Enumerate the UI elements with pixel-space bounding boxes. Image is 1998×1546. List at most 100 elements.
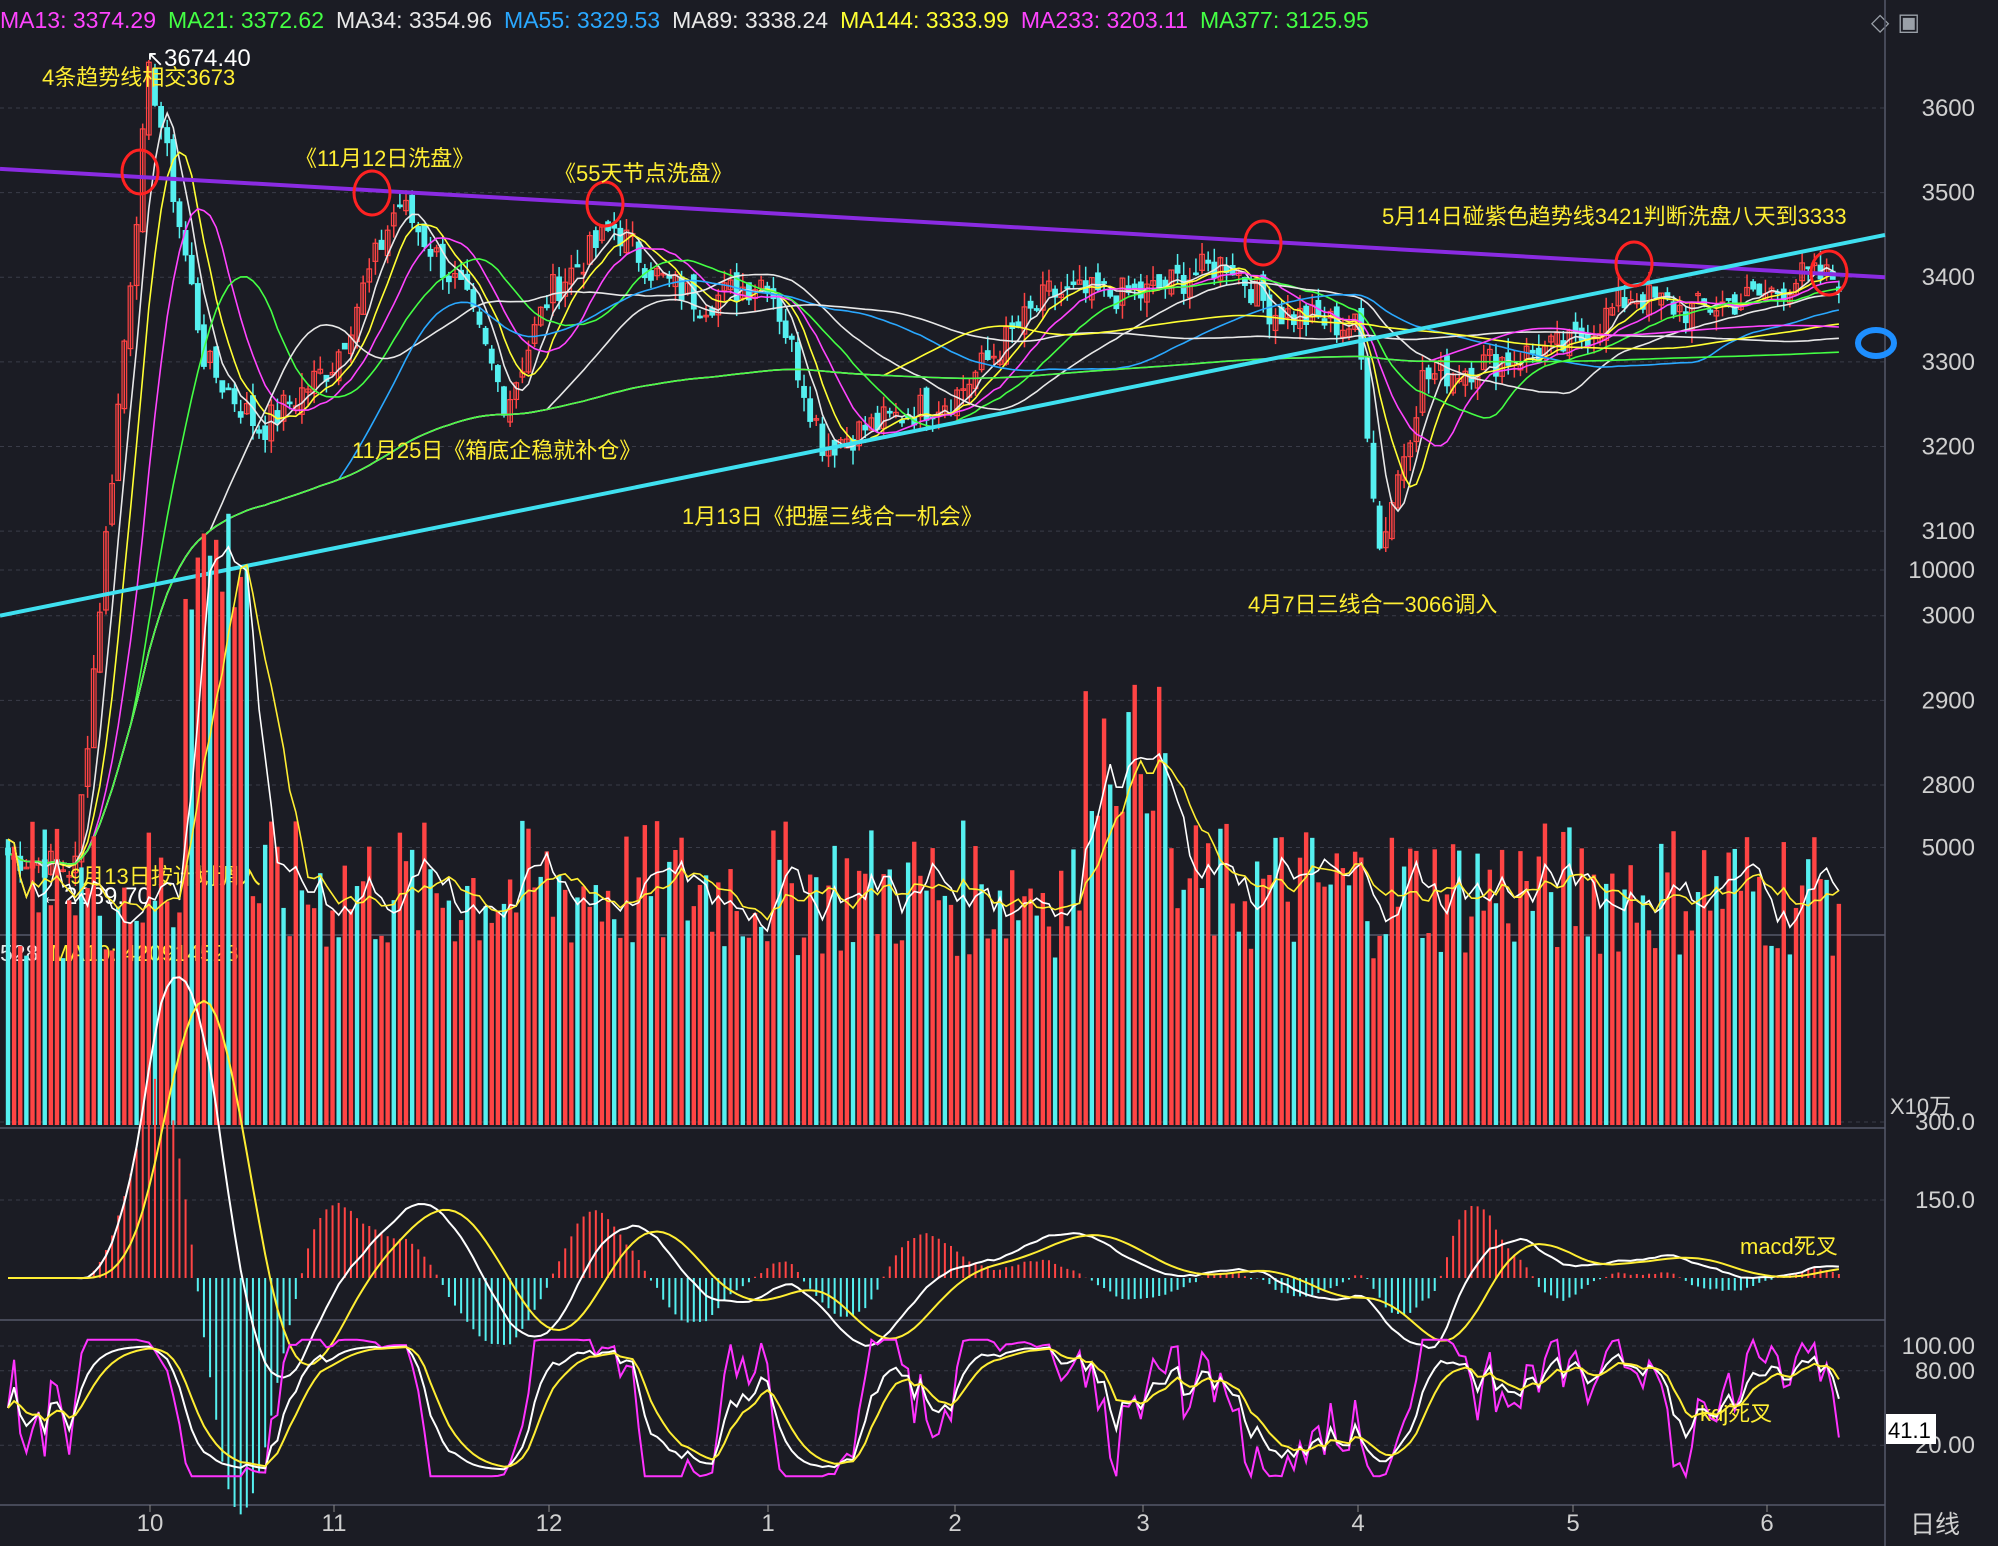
volume-bar	[1383, 934, 1388, 1125]
volume-bar	[165, 901, 170, 1125]
volume-bar	[820, 953, 825, 1125]
price-panel	[0, 60, 1897, 887]
candle-body	[213, 346, 220, 378]
volume-bar	[1665, 872, 1670, 1125]
volume-bar	[409, 849, 415, 1125]
volume-bar	[1836, 903, 1842, 1125]
volume-bar	[575, 897, 580, 1125]
candle-body	[795, 342, 801, 381]
volume-bar	[1052, 957, 1058, 1125]
candle-body	[1174, 264, 1181, 274]
volume-bar	[967, 954, 972, 1125]
volume-bar	[1671, 831, 1676, 1125]
kdj-panel	[7, 1337, 1840, 1480]
volume-bar	[422, 822, 427, 1125]
volume-bar	[195, 557, 201, 1125]
candle-body	[1725, 298, 1732, 301]
volume-bar	[73, 915, 78, 1125]
volume-bar	[1799, 885, 1805, 1125]
price-tick-label: 3400	[1922, 264, 1975, 291]
volume-bar	[1732, 848, 1737, 1125]
volume-bar	[232, 607, 237, 1125]
volume-bar	[324, 946, 329, 1125]
trendline-cyan	[0, 232, 1886, 618]
volume-bar	[593, 885, 599, 1125]
volume-bar	[1089, 811, 1095, 1125]
volume-bar	[1689, 930, 1695, 1125]
volume-bar	[826, 885, 831, 1125]
candle-body	[286, 401, 293, 405]
volume-bar	[477, 940, 482, 1125]
volume-bar	[1701, 850, 1707, 1125]
volume-bar	[1530, 910, 1535, 1125]
volume-bar	[1781, 842, 1786, 1125]
volume-bar	[863, 873, 868, 1125]
volume-bar	[1181, 889, 1186, 1125]
candle-body	[396, 204, 403, 208]
volume-bar	[238, 576, 243, 1125]
volume-bar	[942, 895, 948, 1125]
candle-body	[1156, 274, 1163, 289]
candle-body	[194, 283, 201, 331]
volume-bar	[612, 919, 617, 1125]
volume-bar	[1726, 852, 1731, 1125]
volume-bar	[752, 913, 758, 1125]
volume-bar	[667, 861, 672, 1125]
candle-body	[237, 411, 244, 418]
volume-bar	[79, 867, 84, 1125]
volume-bar	[563, 889, 568, 1125]
volume-bar	[11, 846, 17, 1125]
volume-bar	[740, 936, 745, 1125]
candle-body	[1652, 286, 1659, 298]
volume-bar	[1114, 805, 1119, 1125]
volume-bar	[1254, 861, 1260, 1125]
volume-bar	[97, 915, 103, 1125]
month-label: 3	[1136, 1510, 1149, 1537]
volume-bar	[746, 937, 752, 1125]
volume-bar	[385, 942, 390, 1125]
kdj-current-label: 41.1	[1888, 1418, 1931, 1443]
volume-bar	[1775, 948, 1780, 1125]
candle-body	[476, 311, 483, 325]
volume-bar	[1597, 953, 1603, 1125]
volume-bar	[489, 922, 494, 1125]
candle-body	[1033, 308, 1040, 311]
volume-bar	[109, 950, 115, 1125]
volume-bar	[544, 851, 550, 1125]
volume-bar	[507, 879, 513, 1125]
stock-chart[interactable]: 2800 2900 3000 3100 3200 3300 3400 3500 3600 5000…	[0, 0, 1998, 1546]
volume-bar	[60, 958, 66, 1125]
candle-body	[427, 248, 434, 257]
volume-bar	[281, 907, 286, 1125]
volume-bar	[924, 890, 929, 1125]
volume-bar	[1083, 691, 1088, 1125]
volume-bar	[1156, 686, 1162, 1125]
volume-bar	[452, 941, 458, 1125]
volume-bar	[54, 828, 60, 1125]
volume-bar	[67, 900, 72, 1125]
price-tick-label: 3600	[1922, 95, 1975, 122]
candle-body	[1137, 281, 1144, 299]
volume-bar	[403, 861, 409, 1125]
volume-bar	[91, 836, 96, 1125]
volume-bar	[1310, 837, 1315, 1125]
volume-bar	[379, 935, 384, 1125]
volume-bar	[275, 846, 280, 1125]
volume-bar	[48, 905, 54, 1125]
volume-bar	[1230, 903, 1235, 1125]
volume-bar	[930, 848, 935, 1125]
volume-bar	[961, 820, 966, 1125]
volume-bar	[1585, 936, 1591, 1125]
volume-bar	[1622, 889, 1627, 1125]
volume-bar	[918, 875, 923, 1125]
volume-bar	[1469, 916, 1474, 1125]
candle-body	[488, 348, 495, 364]
volume-bar	[1003, 938, 1009, 1125]
volume-bar	[1352, 851, 1358, 1125]
volume-bar	[679, 837, 684, 1125]
volume-bar	[1818, 879, 1823, 1125]
price-tick-label: 3300	[1922, 349, 1975, 376]
volume-bar	[1010, 870, 1015, 1125]
volume-bar	[1548, 892, 1554, 1125]
volume-bar	[991, 929, 997, 1125]
